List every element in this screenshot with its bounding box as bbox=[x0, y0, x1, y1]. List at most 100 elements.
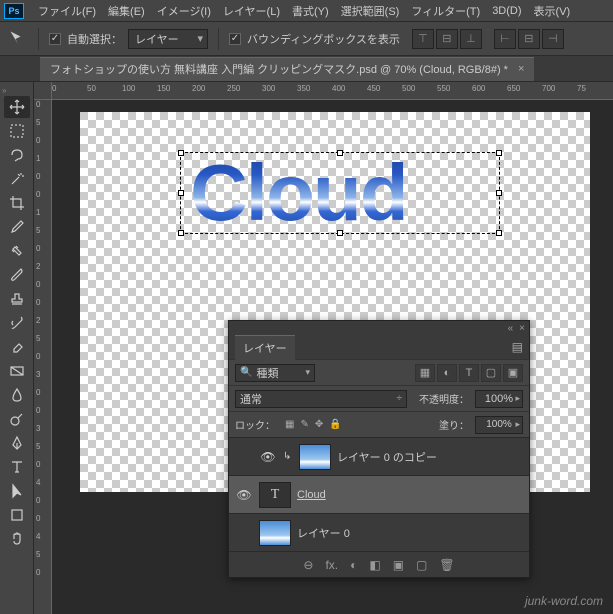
filter-shape-icon[interactable]: ▢ bbox=[481, 364, 501, 382]
shape-tool[interactable] bbox=[4, 504, 30, 526]
filter-type-dropdown[interactable]: 🔍 種類 bbox=[235, 364, 315, 382]
lock-pos-icon[interactable]: ✥ bbox=[315, 419, 323, 430]
menu-file[interactable]: ファイル(F) bbox=[32, 3, 102, 19]
link-layers-icon[interactable]: ⊖ bbox=[303, 558, 313, 572]
new-layer-icon[interactable]: ▢ bbox=[416, 558, 427, 572]
fill-field[interactable]: 100% bbox=[475, 416, 523, 434]
menu-type[interactable]: 書式(Y) bbox=[286, 3, 335, 19]
gradient-tool[interactable] bbox=[4, 360, 30, 382]
handle-bl[interactable] bbox=[178, 230, 184, 236]
blur-tool[interactable] bbox=[4, 384, 30, 406]
panel-menu-icon[interactable]: ▤ bbox=[506, 340, 529, 354]
wand-tool[interactable] bbox=[4, 168, 30, 190]
align-bottom-icon[interactable]: ⊥ bbox=[460, 29, 482, 49]
layer-thumb-icon[interactable] bbox=[299, 444, 331, 470]
marquee-tool[interactable] bbox=[4, 120, 30, 142]
lock-row: ロック： ▦ ✎ ✥ 🔒 塗り： 100% bbox=[229, 411, 529, 437]
ruler-tick: 1 bbox=[36, 208, 40, 217]
menu-filter[interactable]: フィルター(T) bbox=[405, 3, 486, 19]
palette-flyout-icon[interactable]: » bbox=[2, 86, 12, 92]
lock-trans-icon[interactable]: ▦ bbox=[285, 419, 294, 430]
filter-pixel-icon[interactable]: ▦ bbox=[415, 364, 435, 382]
filter-adjust-icon[interactable]: ◐ bbox=[437, 364, 457, 382]
path-select-tool[interactable] bbox=[4, 480, 30, 502]
pen-tool[interactable] bbox=[4, 432, 30, 454]
layer-item[interactable]: 👁 T Cloud bbox=[229, 475, 529, 513]
layer-name[interactable]: レイヤー 0 bbox=[297, 525, 350, 541]
align-right-icon[interactable]: ⊣ bbox=[542, 29, 564, 49]
ruler-tick: 500 bbox=[402, 84, 415, 93]
panel-tab-row: レイヤー ▤ bbox=[229, 335, 529, 359]
handle-tr[interactable] bbox=[496, 150, 502, 156]
bbox-checkbox[interactable] bbox=[229, 33, 241, 45]
blend-mode-dropdown[interactable]: 通常 bbox=[235, 390, 407, 408]
lock-all-icon[interactable]: 🔒 bbox=[329, 419, 341, 430]
group-icon[interactable]: ▣ bbox=[393, 558, 404, 572]
move-tool-preset-icon[interactable] bbox=[8, 29, 28, 49]
canvas-text-cloud[interactable]: Cloud bbox=[190, 147, 407, 239]
panel-close-icon[interactable]: × bbox=[519, 323, 525, 334]
align-left-icon[interactable]: ⊢ bbox=[494, 29, 516, 49]
fill-label: 塗り： bbox=[439, 417, 469, 432]
eyedropper-tool[interactable] bbox=[4, 216, 30, 238]
layers-tab[interactable]: レイヤー bbox=[235, 335, 295, 360]
lasso-tool[interactable] bbox=[4, 144, 30, 166]
menu-edit[interactable]: 編集(E) bbox=[102, 3, 151, 19]
menu-3d[interactable]: 3D(D) bbox=[486, 5, 527, 17]
brush-tool[interactable] bbox=[4, 264, 30, 286]
hand-tool[interactable] bbox=[4, 528, 30, 550]
layer-name[interactable]: レイヤー 0 のコピー bbox=[337, 449, 437, 465]
lock-image-icon[interactable]: ✎ bbox=[300, 419, 308, 430]
handle-br[interactable] bbox=[496, 230, 502, 236]
visibility-icon[interactable] bbox=[235, 524, 253, 542]
history-brush-tool[interactable] bbox=[4, 312, 30, 334]
ruler-tick: 5 bbox=[36, 550, 40, 559]
move-tool[interactable] bbox=[4, 96, 30, 118]
visibility-icon[interactable]: 👁 bbox=[259, 448, 277, 466]
ruler-tick: 0 bbox=[36, 136, 40, 145]
trash-icon[interactable]: 🗑 bbox=[439, 558, 454, 572]
menu-layer[interactable]: レイヤー(L) bbox=[217, 3, 286, 19]
crop-tool[interactable] bbox=[4, 192, 30, 214]
eraser-tool[interactable] bbox=[4, 336, 30, 358]
dodge-tool[interactable] bbox=[4, 408, 30, 430]
opacity-field[interactable]: 100% bbox=[475, 390, 523, 408]
fx-icon[interactable]: fx. bbox=[325, 558, 338, 572]
ruler-tick: 0 bbox=[36, 406, 40, 415]
align-hcenter-icon[interactable]: ⊟ bbox=[518, 29, 540, 49]
visibility-icon[interactable]: 👁 bbox=[235, 486, 253, 504]
align-top-icon[interactable]: ⊤ bbox=[412, 29, 434, 49]
handle-tl[interactable] bbox=[178, 150, 184, 156]
layer-item[interactable]: 👁 ↳ レイヤー 0 のコピー bbox=[229, 437, 529, 475]
auto-select-dropdown[interactable]: レイヤー bbox=[128, 29, 208, 49]
panel-collapse-icon[interactable]: « bbox=[508, 323, 514, 334]
ruler-horizontal[interactable]: 0501001502002503003504004505005506006507… bbox=[52, 82, 613, 100]
align-vcenter-icon[interactable]: ⊟ bbox=[436, 29, 458, 49]
layer-thumb-icon[interactable]: T bbox=[259, 482, 291, 508]
ruler-origin[interactable] bbox=[34, 82, 52, 100]
layers-panel[interactable]: « × レイヤー ▤ 🔍 種類 ▦ ◐ T ▢ ▣ 通常 不透明度： 100% … bbox=[228, 320, 530, 578]
menu-image[interactable]: イメージ(I) bbox=[151, 3, 217, 19]
layer-item[interactable]: レイヤー 0 bbox=[229, 513, 529, 551]
filter-type-icon[interactable]: T bbox=[459, 364, 479, 382]
layer-thumb-icon[interactable] bbox=[259, 520, 291, 546]
handle-mr[interactable] bbox=[496, 190, 502, 196]
ruler-tick: 1 bbox=[36, 154, 40, 163]
tab-close-icon[interactable]: × bbox=[518, 63, 524, 75]
type-tool[interactable] bbox=[4, 456, 30, 478]
handle-ml[interactable] bbox=[178, 190, 184, 196]
mask-icon[interactable]: ◐ bbox=[350, 558, 357, 572]
layer-name[interactable]: Cloud bbox=[297, 489, 326, 501]
ruler-tick: 0 bbox=[36, 190, 40, 199]
ruler-tick: 300 bbox=[262, 84, 275, 93]
menu-view[interactable]: 表示(V) bbox=[528, 3, 577, 19]
heal-tool[interactable] bbox=[4, 240, 30, 262]
menu-select[interactable]: 選択範囲(S) bbox=[335, 3, 406, 19]
ruler-vertical[interactable]: 050100150200250300350400450 bbox=[34, 100, 52, 614]
ruler-tick: 400 bbox=[332, 84, 345, 93]
filter-smart-icon[interactable]: ▣ bbox=[503, 364, 523, 382]
stamp-tool[interactable] bbox=[4, 288, 30, 310]
adjustment-icon[interactable]: ◧ bbox=[369, 558, 380, 572]
document-tab[interactable]: フォトショップの使い方 無料講座 入門編 クリッピングマスク.psd @ 70%… bbox=[40, 57, 534, 81]
auto-select-checkbox[interactable] bbox=[49, 33, 61, 45]
